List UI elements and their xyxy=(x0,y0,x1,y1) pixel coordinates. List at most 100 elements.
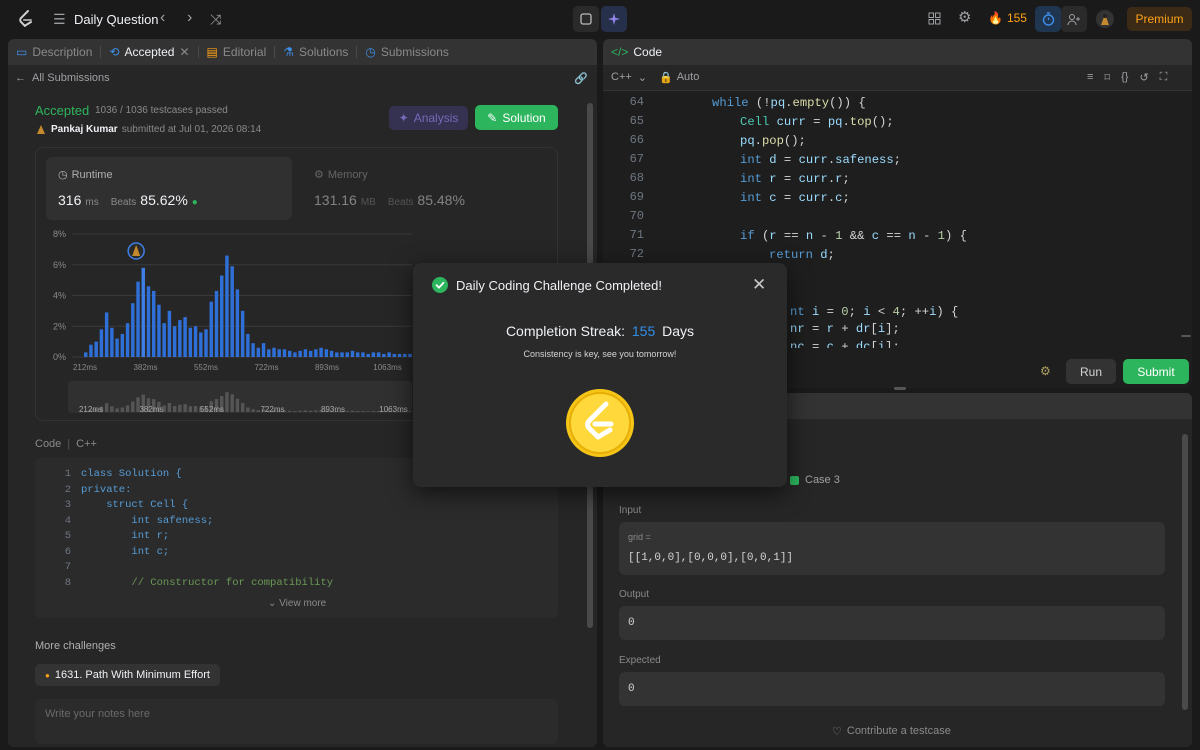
histogram-bar[interactable] xyxy=(308,350,313,357)
language-select[interactable]: C++ ⌄ xyxy=(611,71,647,84)
problem-list-icon[interactable]: ☰ xyxy=(53,12,66,26)
histogram-bar[interactable] xyxy=(324,349,329,357)
histogram-bar[interactable] xyxy=(146,286,151,357)
histogram-bar[interactable] xyxy=(94,341,98,357)
histogram-bar[interactable] xyxy=(361,352,365,357)
bookmark-icon[interactable]: ⌑ xyxy=(1104,71,1110,84)
histogram-bar[interactable] xyxy=(277,349,281,357)
settings-gear-icon[interactable]: ⚙ xyxy=(958,10,971,25)
histogram-bar[interactable] xyxy=(183,317,187,357)
histogram-bar[interactable] xyxy=(267,349,271,357)
histogram-bar[interactable] xyxy=(371,352,376,357)
histogram-bar[interactable] xyxy=(261,343,266,357)
histogram-bar[interactable] xyxy=(157,304,161,357)
histogram-bar[interactable] xyxy=(89,344,93,357)
daily-question-title[interactable]: Daily Question xyxy=(74,12,159,27)
histogram-bar[interactable] xyxy=(376,352,381,357)
notes-toggle-button[interactable] xyxy=(573,6,599,32)
editor-scrollbar[interactable] xyxy=(1181,335,1191,337)
all-submissions-link[interactable]: ← All Submissions xyxy=(15,72,110,84)
debug-icon[interactable]: ⚙ xyxy=(1040,364,1051,378)
histogram-bar[interactable] xyxy=(382,353,386,357)
layout-grid-icon[interactable] xyxy=(928,12,941,27)
histogram-bar[interactable] xyxy=(115,338,119,357)
histogram-bar[interactable] xyxy=(193,326,198,357)
submit-button[interactable]: Submit xyxy=(1123,359,1189,384)
analysis-button[interactable]: ✦ Analysis xyxy=(389,106,468,130)
share-link-icon[interactable]: 🔗 xyxy=(574,72,588,85)
tab-description[interactable]: ▭ Description xyxy=(8,39,100,65)
histogram-bar[interactable] xyxy=(392,353,397,357)
resize-handle[interactable] xyxy=(894,387,906,390)
histogram-bar[interactable] xyxy=(125,323,130,357)
histogram-bar[interactable] xyxy=(256,347,261,357)
auto-mode-toggle[interactable]: 🔒 Auto xyxy=(659,71,699,84)
histogram-bar[interactable] xyxy=(251,343,255,357)
memory-label[interactable]: ⚙ Memory xyxy=(314,168,368,182)
format-icon[interactable]: ≡ xyxy=(1087,71,1093,84)
histogram-bar[interactable] xyxy=(408,353,412,357)
histogram-bar[interactable] xyxy=(152,290,156,357)
histogram-bar[interactable] xyxy=(235,289,240,357)
histogram-bar[interactable] xyxy=(345,352,349,357)
post-solution-button[interactable]: ✎ Solution xyxy=(475,105,558,130)
histogram-bar[interactable] xyxy=(141,267,145,357)
histogram-bar[interactable] xyxy=(230,266,234,357)
histogram-bar[interactable] xyxy=(131,303,135,357)
histogram-bar[interactable] xyxy=(220,275,224,357)
histogram-bar[interactable] xyxy=(366,353,370,357)
histogram-bar[interactable] xyxy=(167,310,172,357)
histogram-bar[interactable] xyxy=(397,353,402,357)
runtime-card[interactable] xyxy=(46,157,292,220)
tab-code[interactable]: </> Code xyxy=(603,39,670,65)
histogram-bar[interactable] xyxy=(319,347,323,357)
histogram-bar[interactable] xyxy=(340,352,344,357)
case-3-tab[interactable]: Case 3 xyxy=(790,474,840,486)
testcase-scrollbar[interactable] xyxy=(1182,434,1188,710)
histogram-bar[interactable] xyxy=(110,327,114,357)
input-box[interactable]: grid = [[1,0,0],[0,0,0],[0,0,1]] xyxy=(619,522,1165,575)
histogram-bar[interactable] xyxy=(104,312,109,357)
histogram-bar[interactable] xyxy=(335,352,339,357)
streak-counter[interactable]: 🔥 155 xyxy=(988,11,1027,25)
histogram-bar[interactable] xyxy=(178,320,182,357)
tab-accepted[interactable]: ⟲ Accepted ✕ xyxy=(101,39,197,65)
histogram-bar[interactable] xyxy=(84,352,88,357)
user-avatar[interactable] xyxy=(1096,10,1114,28)
histogram-bar[interactable] xyxy=(282,349,287,357)
prev-problem-icon[interactable]: ‹ xyxy=(160,10,165,26)
histogram-bar[interactable] xyxy=(120,333,125,357)
histogram-bar[interactable] xyxy=(225,255,229,357)
histogram-bar[interactable] xyxy=(314,349,318,357)
ai-assist-button[interactable] xyxy=(601,6,627,32)
next-problem-icon[interactable]: › xyxy=(187,10,192,26)
tab-solutions[interactable]: ⚗ Solutions xyxy=(275,39,356,65)
premium-button[interactable]: Premium xyxy=(1127,7,1192,31)
histogram-bar[interactable] xyxy=(303,349,308,357)
challenge-link[interactable]: ● 1631. Path With Minimum Effort xyxy=(35,664,220,686)
histogram-bar[interactable] xyxy=(172,326,177,357)
histogram-bar[interactable] xyxy=(204,329,208,357)
histogram-bar[interactable] xyxy=(288,350,292,357)
histogram-bar[interactable] xyxy=(199,332,203,357)
histogram-bar[interactable] xyxy=(272,347,276,357)
histogram-bar[interactable] xyxy=(136,281,140,357)
timer-button[interactable] xyxy=(1035,6,1061,32)
range-brush[interactable] xyxy=(68,381,412,413)
histogram-bar[interactable] xyxy=(214,290,219,357)
fullscreen-icon[interactable]: ⛶ xyxy=(1160,71,1168,84)
histogram-bar[interactable] xyxy=(162,323,166,357)
histogram-bar[interactable] xyxy=(387,352,391,357)
run-button[interactable]: Run xyxy=(1066,359,1116,384)
histogram-bar[interactable] xyxy=(298,350,302,357)
view-more-button[interactable]: ⌄ View more xyxy=(268,598,326,609)
submitter-name[interactable]: Pankaj Kumar xyxy=(51,124,118,135)
close-tab-icon[interactable]: ✕ xyxy=(179,45,189,59)
close-modal-icon[interactable]: ✕ xyxy=(752,275,766,295)
histogram-bar[interactable] xyxy=(293,352,297,357)
histogram-bar[interactable] xyxy=(350,350,355,357)
tab-editorial[interactable]: ▤ Editorial xyxy=(199,39,275,65)
contribute-testcase-button[interactable]: ♡ Contribute a testcase xyxy=(832,725,951,738)
tab-submissions[interactable]: ◷ Submissions xyxy=(357,39,457,65)
histogram-bar[interactable] xyxy=(188,327,193,357)
